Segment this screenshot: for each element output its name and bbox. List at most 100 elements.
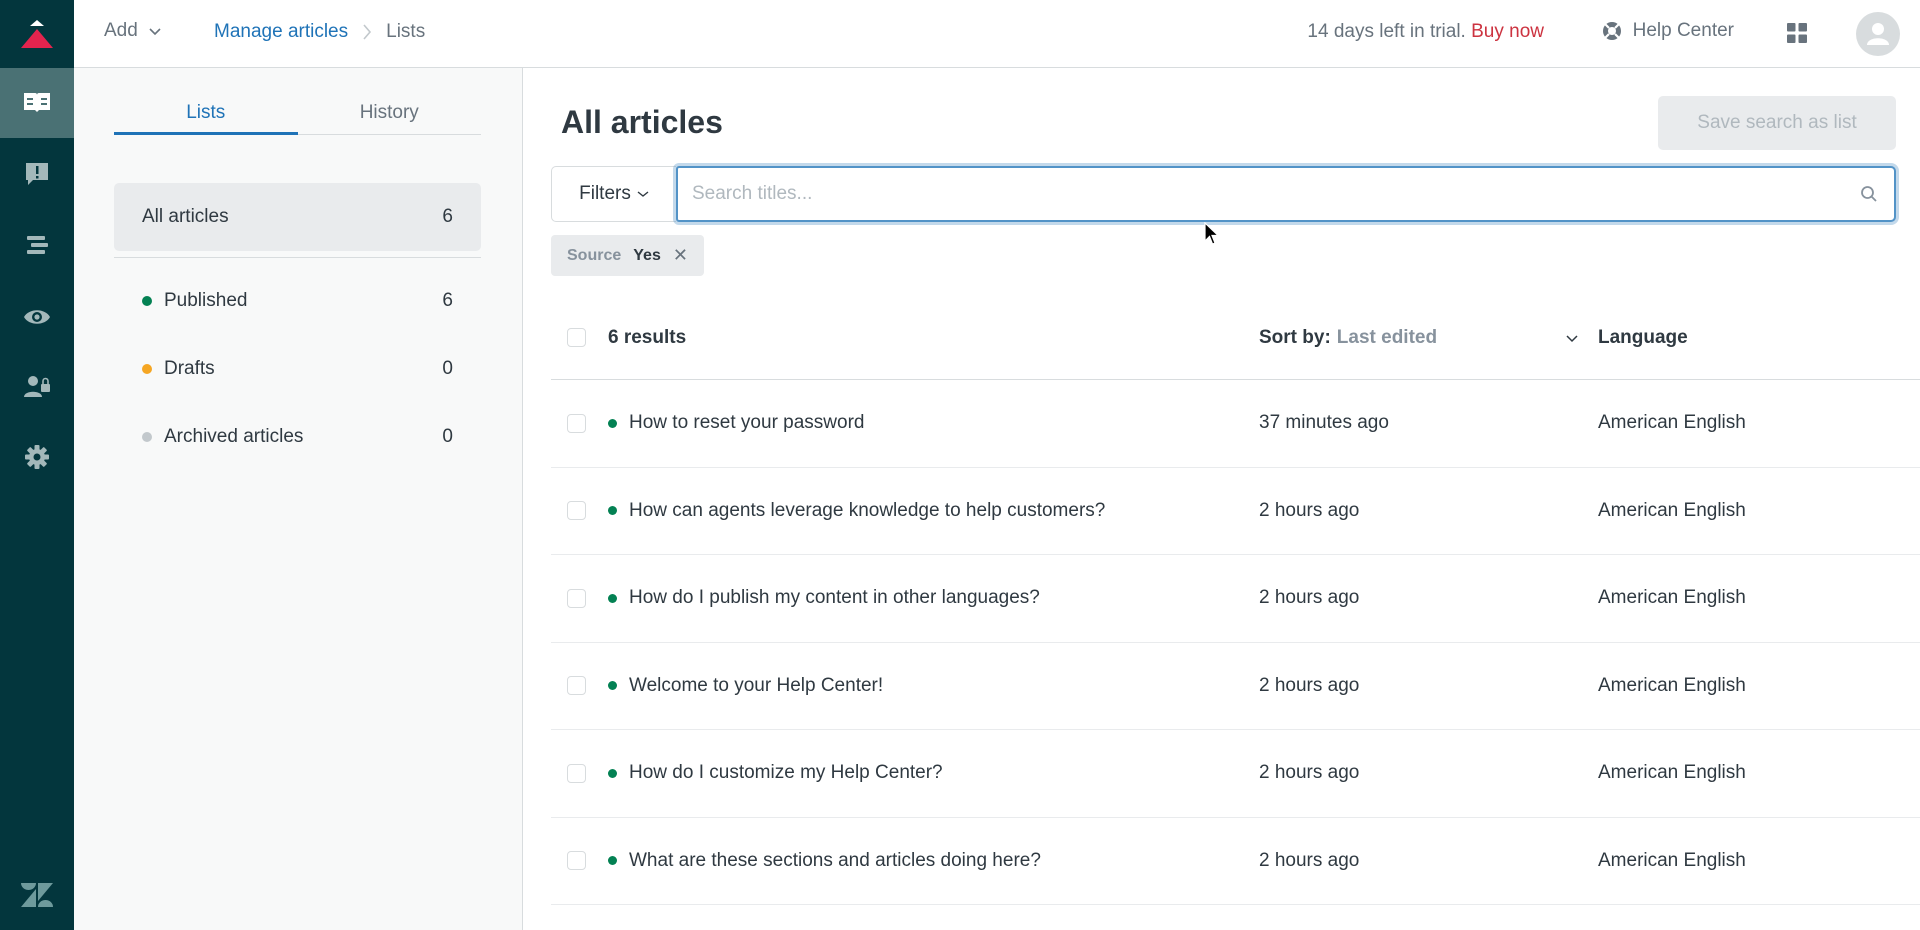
row-checkbox[interactable] (567, 588, 586, 608)
lists-panel: Lists History All articles 6 Published 6… (74, 68, 523, 930)
rail-item-preview[interactable] (0, 282, 74, 352)
filters-button[interactable]: Filters (551, 166, 676, 222)
list-count: 6 (442, 206, 453, 227)
tab-lists[interactable]: Lists (114, 102, 298, 135)
status-dot-archived (142, 432, 152, 442)
article-title-link[interactable]: How do I customize my Help Center? (629, 762, 943, 784)
user-permissions-icon (24, 376, 50, 397)
list-label: All articles (142, 206, 229, 227)
table-row: How to reset your password 37 minutes ag… (551, 380, 1920, 468)
product-tray-button[interactable] (1786, 22, 1808, 50)
article-language: American English (1598, 762, 1746, 784)
table-row: Welcome to your Help Center! 2 hours ago… (551, 643, 1920, 730)
list-divider (114, 257, 481, 258)
article-title-link[interactable]: What are these sections and articles doi… (629, 850, 1041, 872)
article-language: American English (1598, 499, 1746, 521)
zendesk-logo-icon (21, 883, 53, 907)
row-checkbox[interactable] (567, 851, 586, 871)
buy-now-link[interactable]: Buy now (1471, 21, 1544, 42)
results-count: 6 results (608, 326, 687, 348)
page-title: All articles (561, 104, 723, 140)
user-icon (1867, 23, 1889, 45)
sections-arrange-icon (27, 236, 48, 254)
help-center-label: Help Center (1632, 20, 1734, 41)
articles-table: 6 results Sort by: Last edited Language … (551, 296, 1920, 905)
table-row: How do I customize my Help Center? 2 hou… (551, 730, 1920, 818)
last-edited: 2 hours ago (1259, 762, 1360, 784)
list-label: Drafts (164, 358, 215, 379)
list-count: 0 (442, 426, 453, 447)
list-item-all-articles[interactable]: All articles 6 (114, 183, 481, 251)
search-icon[interactable] (1844, 185, 1894, 203)
breadcrumb: Manage articles Lists (214, 21, 425, 43)
table-header: 6 results Sort by: Last edited Language (551, 296, 1920, 380)
chevron-down-icon (1566, 334, 1578, 342)
article-language: American English (1598, 849, 1746, 871)
article-title-link[interactable]: How to reset your password (629, 412, 865, 434)
table-row: What are these sections and articles doi… (551, 818, 1920, 905)
filter-chip-key: Source (567, 246, 622, 264)
rail-item-feedback[interactable] (0, 138, 74, 208)
row-checkbox[interactable] (567, 413, 586, 433)
trial-text: 14 days left in trial. (1307, 21, 1466, 42)
list-item-drafts[interactable]: Drafts 0 (114, 349, 481, 389)
status-dot-published (142, 296, 152, 306)
save-search-as-list-button[interactable]: Save search as list (1658, 96, 1896, 150)
last-edited: 2 hours ago (1259, 674, 1360, 696)
product-nav-rail (0, 0, 74, 930)
remove-filter-close-icon[interactable]: ✕ (673, 245, 688, 266)
last-edited: 2 hours ago (1259, 849, 1360, 871)
help-center-link[interactable]: Help Center (1601, 20, 1734, 42)
trial-notice: 14 days left in trial. Buy now (1307, 21, 1544, 43)
article-language: American English (1598, 587, 1746, 609)
eye-preview-icon (24, 310, 50, 324)
row-checkbox[interactable] (567, 501, 586, 521)
sort-key: Sort by: (1259, 326, 1331, 348)
chevron-right-icon (363, 24, 372, 40)
sort-by-dropdown[interactable]: Sort by: Last edited (1259, 327, 1579, 349)
search-input[interactable] (678, 168, 1844, 220)
article-title-link[interactable]: How can agents leverage knowledge to hel… (629, 500, 1105, 522)
lifebuoy-icon (1602, 22, 1621, 40)
gear-icon (25, 445, 49, 469)
published-status-dot (608, 593, 617, 603)
published-status-dot (608, 681, 617, 691)
guide-logo[interactable] (0, 0, 74, 68)
last-edited: 2 hours ago (1259, 499, 1360, 521)
breadcrumb-current: Lists (386, 21, 426, 42)
chevron-down-icon (637, 191, 649, 197)
published-status-dot (608, 418, 617, 428)
article-language: American English (1598, 412, 1746, 434)
rail-item-user-permissions[interactable] (0, 352, 74, 422)
knowledge-book-icon (24, 93, 50, 112)
table-row: How can agents leverage knowledge to hel… (551, 468, 1920, 555)
filter-chip-source: Source Yes ✕ (551, 235, 704, 276)
breadcrumb-manage-articles[interactable]: Manage articles (214, 21, 348, 43)
list-count: 0 (442, 358, 453, 379)
language-column-header: Language (1598, 326, 1688, 348)
sort-value: Last edited (1336, 326, 1438, 348)
last-edited: 2 hours ago (1259, 587, 1360, 609)
user-avatar[interactable] (1856, 12, 1900, 56)
rail-item-arrange[interactable] (0, 210, 74, 280)
article-title-link[interactable]: Welcome to your Help Center! (629, 675, 883, 697)
rail-item-knowledge[interactable] (0, 68, 74, 138)
select-all-checkbox[interactable] (567, 328, 586, 347)
tab-history[interactable]: History (298, 102, 482, 134)
list-item-archived[interactable]: Archived articles 0 (114, 417, 481, 457)
add-menu-button[interactable]: Add (104, 20, 162, 42)
table-row: How do I publish my content in other lan… (551, 555, 1920, 643)
list-item-published[interactable]: Published 6 (114, 281, 481, 321)
rail-item-settings[interactable] (0, 422, 74, 492)
published-status-dot (608, 768, 617, 778)
search-field (676, 166, 1896, 222)
row-checkbox[interactable] (567, 676, 586, 696)
row-checkbox[interactable] (567, 763, 586, 783)
filters-label: Filters (579, 183, 631, 204)
chevron-down-icon (149, 28, 161, 36)
published-status-dot (608, 856, 617, 866)
article-title-link[interactable]: How do I publish my content in other lan… (629, 587, 1040, 609)
zendesk-logo[interactable] (0, 860, 74, 930)
main-content: All articles Save search as list Filters… (524, 68, 1920, 930)
guide-logo-icon (21, 20, 53, 48)
